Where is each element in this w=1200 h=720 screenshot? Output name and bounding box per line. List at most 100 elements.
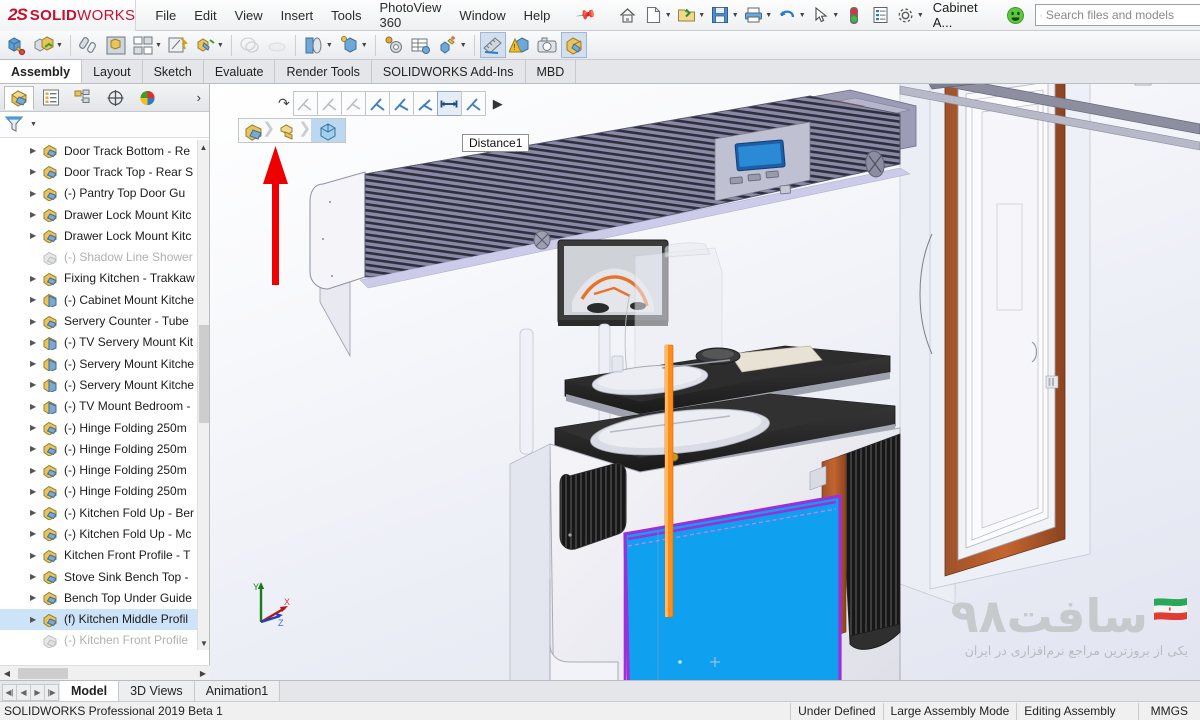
linear-component-pattern-icon[interactable] xyxy=(103,32,129,58)
mate-coincident-button[interactable] xyxy=(292,91,318,116)
scroll-right-icon[interactable]: ▶ xyxy=(196,669,210,678)
expand-arrow-icon[interactable]: ▶ xyxy=(30,338,42,347)
tree-item[interactable]: ▶ (-) Pantry Top Door Gu xyxy=(0,183,197,204)
feature-tree-tab[interactable] xyxy=(4,85,34,110)
expand-arrow-icon[interactable]: ▶ xyxy=(30,615,42,624)
mate-angle-button[interactable] xyxy=(460,91,486,116)
expand-arrow-icon[interactable]: ▶ xyxy=(30,317,42,326)
tree-item[interactable]: ▶ Fixing Kitchen - Trakkaw xyxy=(0,268,197,289)
expand-arrow-icon[interactable]: ▶ xyxy=(30,551,42,560)
menu-item-insert[interactable]: Insert xyxy=(272,4,323,27)
expand-arrow-icon[interactable]: ▶ xyxy=(30,487,42,496)
menu-item-file[interactable]: File xyxy=(146,4,185,27)
tab-sketch[interactable]: Sketch xyxy=(143,60,204,83)
expand-arrow-icon[interactable]: ▶ xyxy=(30,508,42,517)
instant3d-icon[interactable] xyxy=(560,32,587,58)
undo-icon[interactable] xyxy=(775,2,800,28)
select-dropdown[interactable]: ▼ xyxy=(832,12,839,19)
select-cursor-icon[interactable] xyxy=(809,2,834,28)
first-tab-icon[interactable]: ◀| xyxy=(2,684,17,701)
new-document-dropdown[interactable]: ▼ xyxy=(665,12,672,19)
filter-dropdown-icon[interactable]: ▼ xyxy=(30,121,37,128)
options-gear-icon[interactable] xyxy=(893,2,918,28)
scroll-up-icon[interactable]: ▲ xyxy=(198,140,209,154)
tab-animation1[interactable]: Animation1 xyxy=(194,681,281,701)
smiley-icon[interactable] xyxy=(1003,2,1028,28)
menu-item-photoview360[interactable]: PhotoView 360 xyxy=(371,0,451,34)
tree-item[interactable]: ▶ (-) TV Mount Bedroom - xyxy=(0,396,197,417)
expand-arrow-icon[interactable]: ▶ xyxy=(30,274,42,283)
play-triangle-icon[interactable]: ▶ xyxy=(493,96,503,112)
mate-parallel-button[interactable] xyxy=(316,91,342,116)
open-document-dropdown[interactable]: ▼ xyxy=(698,12,705,19)
status-units[interactable]: MMGS xyxy=(1137,702,1200,720)
tab-layout[interactable]: Layout xyxy=(82,60,143,83)
tree-item[interactable]: ▶ Bench Top Under Guide xyxy=(0,587,197,608)
redirect-arrow-icon[interactable]: ↷ xyxy=(278,95,290,112)
tree-item[interactable]: ▶ Door Track Top - Rear S xyxy=(0,161,197,182)
tree-item[interactable]: ▶ Kitchen Front Profile - T xyxy=(0,545,197,566)
open-document-icon[interactable] xyxy=(675,2,700,28)
expand-arrow-icon[interactable]: ▶ xyxy=(30,572,42,581)
tree-item[interactable]: ▶ (-) Kitchen Fold Up - Ber xyxy=(0,502,197,523)
menu-item-help[interactable]: Help xyxy=(515,4,560,27)
dimxpert-manager-tab[interactable] xyxy=(100,86,130,110)
tree-item[interactable]: ▶ Door Track Bottom - Re xyxy=(0,140,197,161)
tree-item[interactable]: ▶ (-) TV Servery Mount Kit xyxy=(0,332,197,353)
breadcrumb-assembly[interactable]: ❯ xyxy=(239,119,275,142)
next-tab-icon[interactable]: ▶ xyxy=(30,684,45,701)
menu-item-window[interactable]: Window xyxy=(450,4,514,27)
mate-concentric-button[interactable] xyxy=(388,91,414,116)
breadcrumb-component[interactable]: ❯ xyxy=(275,119,311,142)
bill-of-materials-icon[interactable] xyxy=(336,32,362,58)
expand-arrow-icon[interactable]: ▶ xyxy=(30,231,42,240)
status-large-assembly-mode[interactable]: Large Assembly Mode xyxy=(882,702,1017,720)
mate-perpendicular-button[interactable] xyxy=(340,91,366,116)
exploded-view-icon[interactable] xyxy=(381,32,407,58)
tree-item[interactable]: (-) Shadow Line Shower xyxy=(0,246,197,267)
tree-item[interactable]: ▶ (-) Servery Mount Kitche xyxy=(0,374,197,395)
tree-item[interactable]: ▶ (-) Kitchen Fold Up - Mc xyxy=(0,523,197,544)
menu-item-tools[interactable]: Tools xyxy=(322,4,370,27)
tree-item[interactable]: ▶ (-) Hinge Folding 250m xyxy=(0,417,197,438)
graphics-viewport[interactable]: A ▼ ▼ ▼ ▼ xyxy=(210,84,1200,680)
expand-arrow-icon[interactable]: ▶ xyxy=(30,295,42,304)
tree-item[interactable]: ▶ Stove Sink Bench Top - xyxy=(0,566,197,587)
insert-components-dropdown[interactable]: ▼ xyxy=(56,42,63,49)
configuration-manager-tab[interactable] xyxy=(68,86,98,110)
smart-fasteners-icon[interactable] xyxy=(130,32,156,58)
measure-icon[interactable] xyxy=(479,32,506,58)
show-hidden-components-icon[interactable] xyxy=(192,32,218,58)
print-icon[interactable] xyxy=(742,2,767,28)
expand-arrow-icon[interactable]: ▶ xyxy=(30,146,42,155)
performance-evaluation-icon[interactable] xyxy=(435,32,461,58)
expand-arrow-icon[interactable]: ▶ xyxy=(30,444,42,453)
tree-vertical-scrollbar[interactable]: ▲ ▼ xyxy=(197,140,209,650)
tree-item[interactable]: ▶ (-) Hinge Folding 250m xyxy=(0,438,197,459)
expand-arrow-icon[interactable]: ▶ xyxy=(30,402,42,411)
filter-icon[interactable] xyxy=(4,115,26,134)
save-icon[interactable] xyxy=(708,2,733,28)
tree-item[interactable]: (-) Kitchen Front Profile xyxy=(0,630,197,650)
insert-components-icon[interactable] xyxy=(31,32,57,58)
feature-tree[interactable]: ▶ Door Track Bottom - Re ▶ Door Track Top … xyxy=(0,140,197,650)
pushpin-icon[interactable]: 📌 xyxy=(566,0,608,35)
horizontal-scroll-thumb[interactable] xyxy=(18,667,68,679)
camera-icon[interactable] xyxy=(534,32,560,58)
bom-dropdown[interactable]: ▼ xyxy=(361,42,368,49)
previous-tab-icon[interactable]: ◀ xyxy=(16,684,31,701)
mate-icon[interactable] xyxy=(76,32,102,58)
new-document-icon[interactable] xyxy=(641,2,666,28)
tab-model[interactable]: Model xyxy=(60,680,120,701)
smart-fasteners-dropdown[interactable]: ▼ xyxy=(155,42,162,49)
scroll-left-icon[interactable]: ◀ xyxy=(0,669,14,678)
tab-3d-views[interactable]: 3D Views xyxy=(119,681,195,701)
vertical-scroll-thumb[interactable] xyxy=(199,325,209,423)
tab-mbd[interactable]: MBD xyxy=(526,60,577,83)
mate-distance-button[interactable] xyxy=(436,91,462,116)
show-hidden-dropdown[interactable]: ▼ xyxy=(217,42,224,49)
mate-tangent-button[interactable] xyxy=(364,91,390,116)
move-component-icon[interactable] xyxy=(165,32,191,58)
tree-item[interactable]: ▶ (-) Hinge Folding 250m xyxy=(0,481,197,502)
save-dropdown[interactable]: ▼ xyxy=(732,12,739,19)
